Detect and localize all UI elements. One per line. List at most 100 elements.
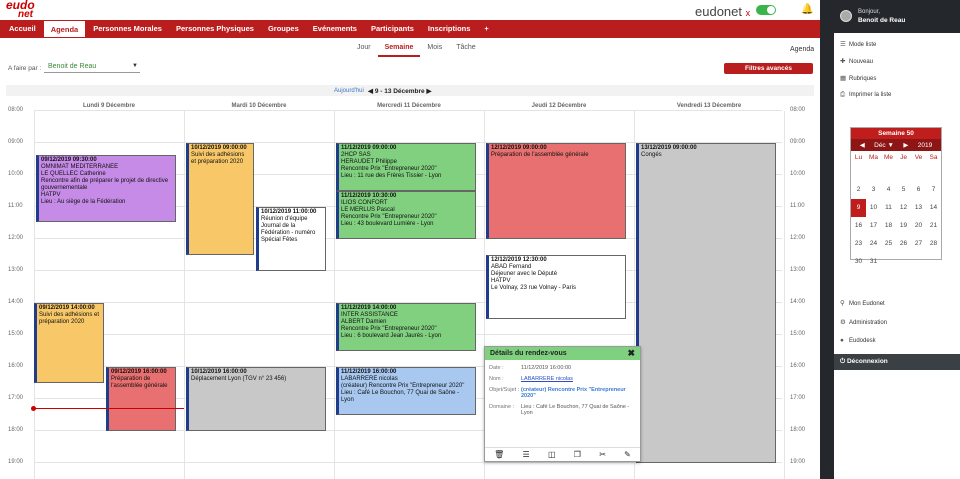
layers-icon[interactable]: ☰: [523, 450, 530, 459]
calendar-day[interactable]: 14: [926, 199, 941, 217]
event-block[interactable]: 09/12/2019 16:00:00 Préparation de l'asse…: [106, 367, 176, 431]
hour-label: 19:00: [790, 459, 806, 465]
nav-item-3[interactable]: Personnes Physiques: [169, 20, 261, 38]
event-block[interactable]: 09/12/2019 14:00:00 Suivi des adhésions e…: [34, 303, 104, 383]
calendar-day: [911, 253, 926, 271]
view-tab-0[interactable]: Jour: [350, 44, 378, 57]
avatar[interactable]: [840, 10, 852, 22]
event-block[interactable]: 10/12/2019 09:00:00 Suivi des adhésions e…: [186, 143, 254, 255]
event-block[interactable]: 11/12/2019 14:00:00 INTER ASSISTANCE ALBER…: [336, 303, 476, 351]
calendar-day[interactable]: 5: [896, 181, 911, 199]
cut-icon[interactable]: ✂: [599, 450, 606, 459]
nav-item-2[interactable]: Personnes Morales: [86, 20, 169, 38]
calendar-day[interactable]: 20: [911, 217, 926, 235]
calendar-day[interactable]: 31: [866, 253, 881, 271]
copy-icon[interactable]: ❐: [574, 450, 581, 459]
event-line: Congés: [641, 152, 662, 158]
popup-row-value[interactable]: LABARRERE nicolas: [521, 376, 636, 382]
view-tab-2[interactable]: Mois: [420, 44, 449, 57]
event-block[interactable]: 13/12/2019 09:00:00 Congés: [636, 143, 776, 463]
popup-row-value: Lieu : Café Le Bouchon, 77 Quai de Saône…: [521, 404, 630, 416]
calendar-day[interactable]: 11: [881, 199, 896, 217]
assignee-label: A faire par :: [8, 65, 42, 72]
event-block[interactable]: 09/12/2019 09:30:00 OMNIMAT MEDITERRANEE L…: [36, 155, 176, 222]
bell-icon[interactable]: 🔔: [801, 4, 813, 15]
next-month-icon[interactable]: ▶: [903, 141, 908, 149]
event-block[interactable]: 11/12/2019 09:00:00 2HCP SAS HERAUDET Phil…: [336, 143, 476, 191]
calendar-day[interactable]: 23: [851, 235, 866, 253]
nav-item-7[interactable]: Inscriptions: [421, 20, 478, 38]
calendar-day[interactable]: 4: [881, 181, 896, 199]
nav-item-6[interactable]: Participants: [364, 20, 421, 38]
view-tab-3[interactable]: Tâche: [449, 44, 482, 57]
main-nav: Accueil Agenda Personnes Morales Personnes …: [0, 20, 820, 38]
calendar-day[interactable]: 12: [896, 199, 911, 217]
calendar-day[interactable]: 30: [851, 253, 866, 271]
calendar-day[interactable]: 25: [881, 235, 896, 253]
toggle-switch[interactable]: [756, 5, 776, 15]
popup-row-value[interactable]: (créateur) Rencontre Prix "Entrepreneur …: [521, 387, 636, 399]
hour-label: 17:00: [790, 395, 806, 401]
calendar-day[interactable]: 10: [866, 199, 881, 217]
chevron-down-icon: ▼: [132, 63, 138, 69]
event-block[interactable]: 11/12/2019 10:30:00 ILIOS CONFORT LE MERLU…: [336, 191, 476, 239]
nav-item-4[interactable]: Groupes: [261, 20, 306, 38]
calendar-day[interactable]: 7: [926, 181, 941, 199]
logout-button[interactable]: ⏻ Déconnexion: [834, 354, 960, 370]
close-icon[interactable]: ✖: [627, 348, 635, 359]
calendar-day[interactable]: 21: [926, 217, 941, 235]
calendar-day[interactable]: 3: [866, 181, 881, 199]
edit-icon[interactable]: ✎: [624, 450, 631, 459]
sidebar-bottom-item-0[interactable]: ⚲ Mon Eudonet: [840, 299, 885, 307]
sidebar-item-1[interactable]: ✚ Nouveau: [840, 57, 873, 65]
prev-month-icon[interactable]: ◀: [860, 141, 865, 149]
sidebar-bottom-item-1[interactable]: ⚙ Administration: [840, 318, 887, 326]
event-block[interactable]: 12/12/2019 12:30:00 ABAD Fernand Déjeuner …: [486, 255, 626, 319]
calendar-day[interactable]: 27: [911, 235, 926, 253]
nav-item-8[interactable]: +: [477, 20, 495, 38]
calendar-day[interactable]: 13: [911, 199, 926, 217]
week-range: ◀ 9 - 13 Décembre ▶: [368, 88, 432, 95]
calendar-day[interactable]: 2: [851, 181, 866, 199]
sidebar-item-0[interactable]: ☰ Mode liste: [840, 40, 876, 48]
calendar-day[interactable]: 9: [851, 199, 866, 217]
assignee-select[interactable]: Benoit de Reau ▼: [44, 62, 140, 73]
sidebar-bottom-item-2[interactable]: ● Eudodesk: [840, 337, 876, 344]
calendar-day[interactable]: 28: [926, 235, 941, 253]
calendar-grid[interactable]: 08:00 08:00 09:00 09:00 10:00 10:00 11:00 11:00…: [8, 107, 805, 479]
year-select[interactable]: 2019: [918, 142, 932, 149]
event-time: 10/12/2019 16:00:00: [191, 369, 247, 375]
view-tab-1[interactable]: Semaine: [377, 44, 421, 57]
calendar-day[interactable]: 26: [896, 235, 911, 253]
calendar-day: [881, 163, 896, 181]
popup-row-key: Objet/Sujet :: [489, 387, 520, 393]
stack-icon[interactable]: ◫: [548, 450, 556, 459]
nav-item-0[interactable]: Accueil: [2, 20, 43, 38]
sidebar-item-3[interactable]: ⎙ Imprimer la liste: [840, 91, 891, 99]
event-block[interactable]: 11/12/2019 16:00:00 LABARRERE nicolas (cré…: [336, 367, 476, 415]
calendar-day[interactable]: 17: [866, 217, 881, 235]
advanced-filters-button[interactable]: Filtres avancés: [724, 63, 813, 74]
calendar-day[interactable]: 16: [851, 217, 866, 235]
event-block[interactable]: 10/12/2019 16:00:00 Déplacement Lyon (TGV…: [186, 367, 326, 431]
event-time: 09/12/2019 14:00:00: [39, 305, 95, 311]
calendar-day[interactable]: 24: [866, 235, 881, 253]
hour-line: [34, 110, 782, 111]
trash-icon[interactable]: 🗑: [494, 450, 504, 459]
next-week-icon[interactable]: ▶: [427, 88, 432, 95]
nav-item-1[interactable]: Agenda: [42, 20, 87, 38]
sidebar-item-2[interactable]: ▦ Rubriques: [840, 74, 876, 82]
calendar-day[interactable]: 18: [881, 217, 896, 235]
event-block[interactable]: 10/12/2019 11:00:00 Réunion d'équipe Jour…: [256, 207, 326, 271]
prev-week-icon[interactable]: ◀: [368, 88, 373, 95]
calendar-day[interactable]: 19: [896, 217, 911, 235]
popup-row-key: Nom :: [489, 376, 504, 382]
nav-item-5[interactable]: Evénements: [306, 20, 364, 38]
popup-details: Date : 11/12/2019 16:00:00 Nom : LABARRERE …: [485, 365, 640, 416]
today-link[interactable]: Aujourd'hui: [334, 88, 364, 94]
month-select[interactable]: Déc ▼: [874, 142, 894, 149]
eudonet-logo[interactable]: eudo net: [6, 0, 35, 20]
event-block[interactable]: 12/12/2019 09:00:00 Préparation de l'asse…: [486, 143, 626, 239]
hour-label: 12:00: [790, 235, 806, 241]
calendar-day[interactable]: 6: [911, 181, 926, 199]
